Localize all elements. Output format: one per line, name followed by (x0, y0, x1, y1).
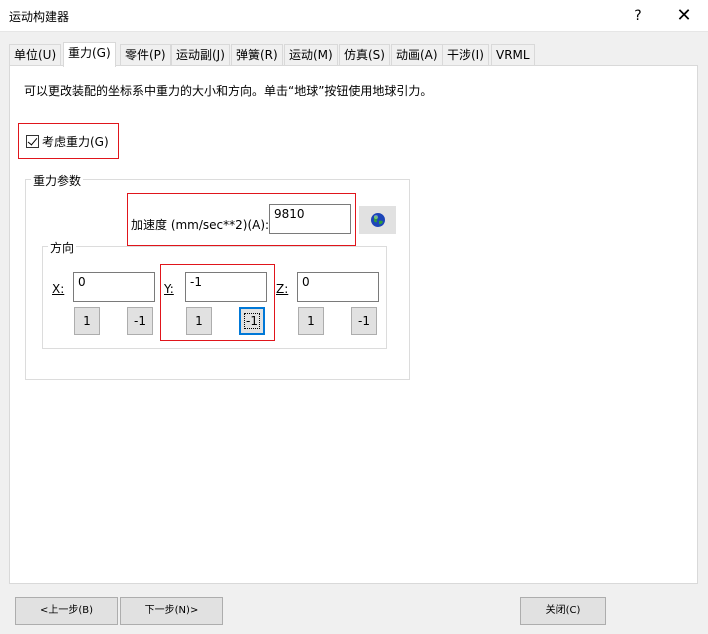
x-input[interactable]: 0 (73, 272, 155, 302)
acceleration-input[interactable]: 9810 (269, 204, 351, 234)
earth-gravity-button[interactable] (359, 206, 396, 234)
x-positive-button[interactable]: 1 (74, 307, 100, 335)
help-button[interactable]: ? (623, 4, 653, 28)
tab-units[interactable]: 单位(U) (9, 44, 62, 66)
tab-animation[interactable]: 动画(A) (391, 44, 443, 66)
x-negative-button[interactable]: -1 (127, 307, 153, 335)
next-button[interactable]: 下一步(N)> (120, 597, 223, 625)
window-title: 运动构建器 (9, 10, 70, 24)
acceleration-label: 加速度 (mm/sec**2)(A): (131, 218, 270, 232)
y-label: Y: (164, 282, 174, 296)
y-positive-button[interactable]: 1 (186, 307, 212, 335)
y-negative-button[interactable]: -1 (239, 307, 265, 335)
tab-vrml[interactable]: VRML (491, 44, 535, 66)
consider-gravity-label: 考虑重力(G) (42, 134, 109, 149)
description-text: 可以更改装配的坐标系中重力的大小和方向。单击“地球”按钮使用地球引力。 (24, 84, 433, 98)
tab-parts[interactable]: 零件(P) (120, 44, 171, 66)
checkbox-checked-icon[interactable] (26, 134, 39, 148)
tab-gravity[interactable]: 重力(G) (63, 42, 116, 67)
z-label: Z: (276, 282, 288, 296)
consider-gravity-checkbox[interactable]: 考虑重力(G) (26, 132, 109, 150)
close-window-button[interactable]: ✕ (669, 4, 699, 28)
close-button[interactable]: 关闭(C) (520, 597, 606, 625)
x-label: X: (52, 282, 64, 296)
gravity-params-title: 重力参数 (31, 172, 84, 189)
z-positive-button[interactable]: 1 (298, 307, 324, 335)
tab-springs[interactable]: 弹簧(R) (231, 44, 283, 66)
x-label-text: X: (52, 282, 65, 296)
z-label-text: Z: (276, 282, 289, 296)
tab-simulation[interactable]: 仿真(S) (339, 44, 390, 66)
z-negative-button[interactable]: -1 (351, 307, 377, 335)
tab-joints[interactable]: 运动副(J) (171, 44, 230, 66)
tab-interference[interactable]: 干涉(I) (442, 44, 489, 66)
title-bar: 运动构建器 ? ✕ (0, 0, 708, 32)
z-input[interactable]: 0 (297, 272, 379, 302)
previous-button[interactable]: <上一步(B) (15, 597, 118, 625)
tab-motion[interactable]: 运动(M) (284, 44, 338, 66)
y-negative-label: -1 (244, 313, 260, 329)
y-input[interactable]: -1 (185, 272, 267, 302)
globe-icon (370, 213, 385, 227)
direction-title: 方向 (48, 239, 77, 256)
gravity-panel: 可以更改装配的坐标系中重力的大小和方向。单击“地球”按钮使用地球引力。 考虑重力… (9, 65, 698, 584)
y-label-text: Y: (164, 282, 174, 296)
